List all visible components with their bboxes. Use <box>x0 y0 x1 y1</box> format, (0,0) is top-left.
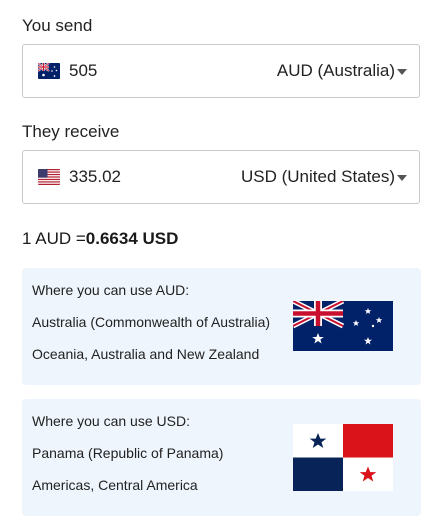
card-region: Oceania, Australia and New Zealand <box>32 346 260 362</box>
chevron-down-icon[interactable] <box>397 69 407 75</box>
card-region: Americas, Central America <box>32 477 198 493</box>
receive-amount-field[interactable]: 335.02 USD (United States) <box>22 150 420 204</box>
send-label: You send <box>22 16 93 35</box>
send-currency-select[interactable]: AUD (Australia) <box>277 61 395 81</box>
send-amount-field[interactable]: 505 AUD (Australia) <box>22 44 420 98</box>
card-title: Where you can use USD: <box>32 413 190 429</box>
australia-flag-icon <box>293 301 393 351</box>
australia-flag-icon <box>38 63 60 79</box>
receive-currency-select[interactable]: USD (United States) <box>241 167 395 187</box>
card-title: Where you can use AUD: <box>32 282 190 298</box>
receive-label: They receive <box>22 122 120 141</box>
currency-converter: You send 505 AUD (Australia) They receiv… <box>0 0 442 530</box>
aud-usage-card: Where you can use AUD: Australia (Common… <box>22 268 421 385</box>
rate-prefix: 1 AUD = <box>22 229 86 248</box>
chevron-down-icon[interactable] <box>397 175 407 181</box>
card-country: Panama (Republic of Panama) <box>32 445 224 461</box>
panama-flag-icon <box>293 424 393 491</box>
card-country: Australia (Commonwealth of Australia) <box>32 314 271 330</box>
rate-value: 0.6634 USD <box>85 229 179 248</box>
usd-usage-card: Where you can use USD: Panama (Republic … <box>22 399 421 516</box>
receive-amount-value[interactable]: 335.02 <box>69 167 121 187</box>
send-amount-value[interactable]: 505 <box>69 61 97 81</box>
us-flag-icon <box>38 169 60 185</box>
exchange-rate: 1 AUD =0.6634 USD <box>22 229 178 249</box>
